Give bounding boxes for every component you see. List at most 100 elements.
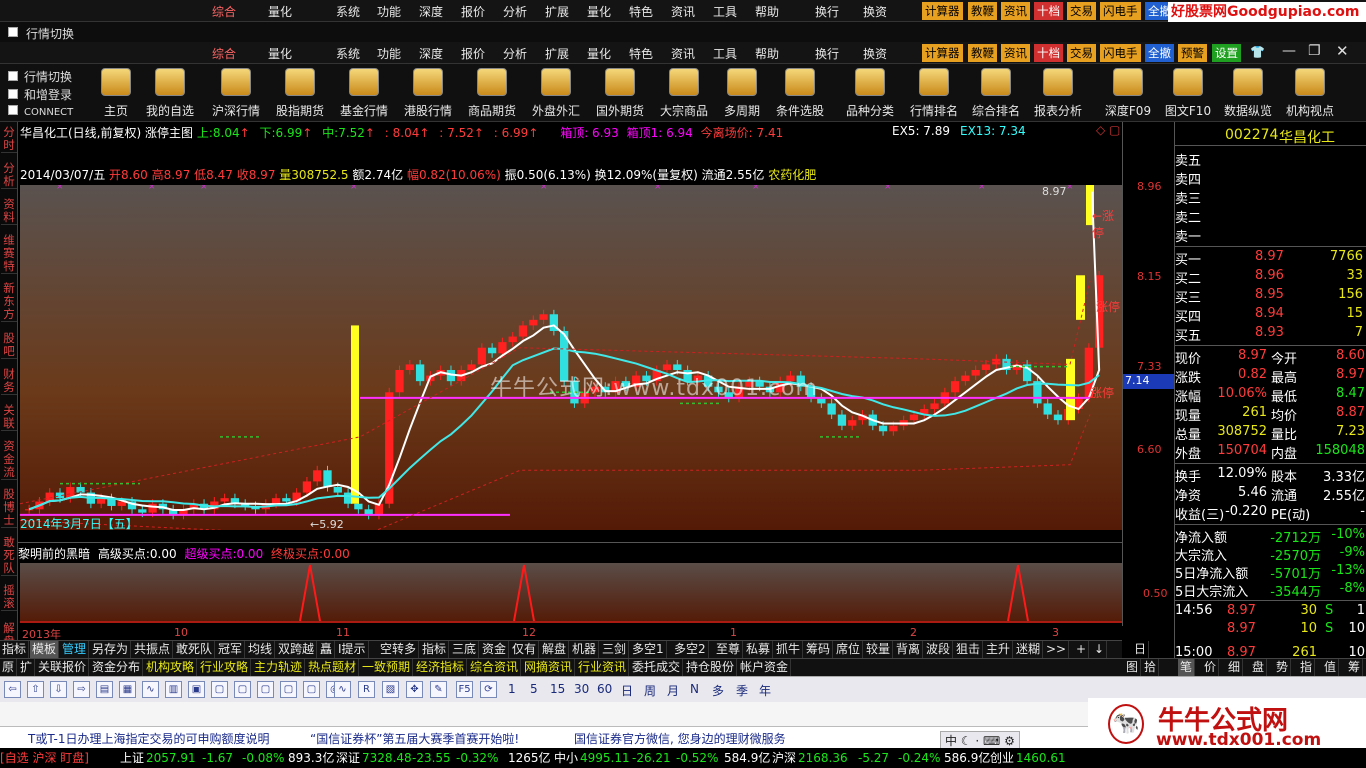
left-tab[interactable]: 财务	[1, 368, 17, 395]
toolbar-button[interactable]: 股指期货	[272, 68, 328, 120]
checkbox-icon[interactable]	[8, 71, 18, 81]
left-tab[interactable]: 新东方	[1, 282, 17, 322]
left-tab[interactable]: 关联	[1, 404, 17, 431]
sell-row[interactable]: 卖一	[1175, 226, 1366, 245]
period-button[interactable]: 周	[644, 682, 656, 699]
tool2-cancelall-button[interactable]: 全撤	[1145, 44, 1174, 62]
info-tab[interactable]: 关联报价	[36, 659, 90, 676]
period-button[interactable]: 1	[508, 682, 516, 696]
indicator-tab[interactable]: 空转多	[378, 641, 420, 658]
indicator-tab[interactable]: +	[1074, 641, 1090, 658]
menu-system[interactable]: 系统	[336, 3, 360, 20]
quote-tab[interactable]: 势	[1274, 659, 1292, 676]
news-item[interactable]: “国信证券杯”第五届大赛季首赛开始啦!	[310, 730, 519, 747]
menu-zonghe[interactable]: 综合	[212, 3, 236, 20]
toolbar-button[interactable]: 机构视点	[1282, 68, 1338, 120]
tool-icon[interactable]: ▦	[119, 681, 136, 698]
toolbar-button[interactable]: 综合排名	[968, 68, 1024, 120]
tool-flash-button[interactable]: 闪电手	[1100, 2, 1141, 20]
close-icon[interactable]: ✕	[1336, 42, 1349, 60]
chart-plot-area[interactable]: × × × × × × × × × × 牛牛公式网:www.tdx001.com 8.97 ←5.…	[19, 182, 1122, 538]
indicator-tab[interactable]: I提示	[336, 641, 369, 658]
period-button[interactable]: 年	[759, 682, 771, 699]
kline-chart[interactable]: 华昌化工(日线,前复权) 涨停主图 上:8.04↑ 下:6.99↑ 中:7.52…	[18, 122, 1122, 542]
toolbar-button[interactable]: 品种分类	[842, 68, 898, 120]
left-tab[interactable]: 资料	[1, 198, 17, 225]
info-tab[interactable]: 行业资讯	[576, 659, 630, 676]
tool-tenlevel-button[interactable]: 十档	[1034, 2, 1063, 20]
toolbar-button[interactable]: 主页	[88, 68, 144, 120]
info-tab[interactable]: 图	[1124, 659, 1142, 676]
indicator-tab[interactable]: 敢死队	[174, 641, 216, 658]
tool-icon[interactable]: ⇧	[27, 681, 44, 698]
toolbar-button[interactable]: 条件选股	[772, 68, 828, 120]
indicator-tab[interactable]: 席位	[834, 641, 864, 658]
toolbar-button[interactable]: 数据纵览	[1220, 68, 1276, 120]
minimize-icon[interactable]: —	[1282, 43, 1296, 59]
menu2-function[interactable]: 功能	[377, 45, 401, 62]
tool2-trade-button[interactable]: 交易	[1067, 44, 1096, 62]
indicator-tab[interactable]: 矗	[318, 641, 336, 658]
draw-tool-icon[interactable]: ∿	[334, 681, 351, 698]
tool-icon[interactable]: ∿	[142, 681, 159, 698]
info-tab[interactable]: 扩	[18, 659, 36, 676]
indicator-tab[interactable]: >>	[1044, 641, 1070, 658]
menu-extend[interactable]: 扩展	[545, 3, 569, 20]
info-tab[interactable]: 机构攻略	[144, 659, 198, 676]
indicator-tab[interactable]: 均线	[246, 641, 276, 658]
info-tab[interactable]: 综合资讯	[468, 659, 522, 676]
indicator-tab[interactable]: 多空2	[672, 641, 709, 658]
indicator-tab[interactable]: 抓牛	[774, 641, 804, 658]
tool2-settings-button[interactable]: 设置	[1212, 44, 1241, 62]
info-tab[interactable]: 一致预期	[360, 659, 414, 676]
menu2-analysis[interactable]: 分析	[503, 45, 527, 62]
indicator-tab[interactable]: 共振点	[132, 641, 174, 658]
checkbox-icon[interactable]	[8, 89, 18, 99]
buy-row[interactable]: 买三 8.95 156	[1175, 287, 1366, 306]
info-tab[interactable]: 资金分布	[90, 659, 144, 676]
refresh-icon[interactable]: ⟳	[480, 681, 497, 698]
tool-icon[interactable]: ▥	[165, 681, 182, 698]
tool-icon[interactable]: ▢	[234, 681, 251, 698]
indicator-tab[interactable]: 管理	[60, 641, 90, 658]
tool-icon[interactable]: ⇨	[73, 681, 90, 698]
buy-row[interactable]: 买一 8.97 7766	[1175, 249, 1366, 268]
menu2-switch-row[interactable]: 换行	[815, 45, 839, 62]
buy-row[interactable]: 买二 8.96 33	[1175, 268, 1366, 287]
toolbar-button[interactable]: 行情排名	[906, 68, 962, 120]
period-button[interactable]: 多	[712, 682, 724, 699]
info-tab[interactable]: 热点题材	[306, 659, 360, 676]
indicator-tab[interactable]: 迷糊	[1014, 641, 1044, 658]
toolbar-button[interactable]: 基金行情	[336, 68, 392, 120]
buy-row[interactable]: 买四 8.94 15	[1175, 306, 1366, 325]
menu2-depth[interactable]: 深度	[419, 45, 443, 62]
indicator-tab[interactable]: 指标	[420, 641, 450, 658]
period-button[interactable]: 月	[667, 682, 679, 699]
quote-tab[interactable]: 价	[1202, 659, 1220, 676]
indicator-tab[interactable]: 三剑	[600, 641, 630, 658]
toolbar-button[interactable]: 外盘外汇	[528, 68, 584, 120]
sell-row[interactable]: 卖二	[1175, 207, 1366, 226]
menu-quote[interactable]: 报价	[461, 3, 485, 20]
zoom-icon[interactable]: ◇ ▢	[1096, 123, 1120, 137]
draw-tool-icon[interactable]: R	[358, 681, 375, 698]
maximize-icon[interactable]: ❐	[1308, 43, 1321, 59]
period-button[interactable]: 60	[597, 682, 612, 696]
draw-tool-icon[interactable]: ✎	[430, 681, 447, 698]
left-tab[interactable]: 股博士	[1, 488, 17, 528]
info-tab[interactable]: 拾	[1142, 659, 1160, 676]
indicator-tab[interactable]: ↓	[1092, 641, 1108, 658]
checkbox-icon[interactable]	[8, 105, 18, 115]
period-button[interactable]: N	[690, 682, 699, 696]
menu2-quant[interactable]: 量化	[587, 45, 611, 62]
toolbar-button[interactable]: 大宗商品	[656, 68, 712, 120]
tool2-alert-button[interactable]: 预警	[1178, 44, 1207, 62]
toolbar-button[interactable]: 多周期	[714, 68, 770, 120]
draw-tool-icon[interactable]: ▧	[382, 681, 399, 698]
tool-icon[interactable]: ▢	[211, 681, 228, 698]
sell-row[interactable]: 卖四	[1175, 169, 1366, 188]
toolbar-button[interactable]: 图文F10	[1160, 68, 1216, 120]
tool-trade-button[interactable]: 交易	[1067, 2, 1096, 20]
indicator-tab[interactable]: 日线	[1132, 641, 1150, 673]
tool-icon[interactable]: ⇦	[4, 681, 21, 698]
